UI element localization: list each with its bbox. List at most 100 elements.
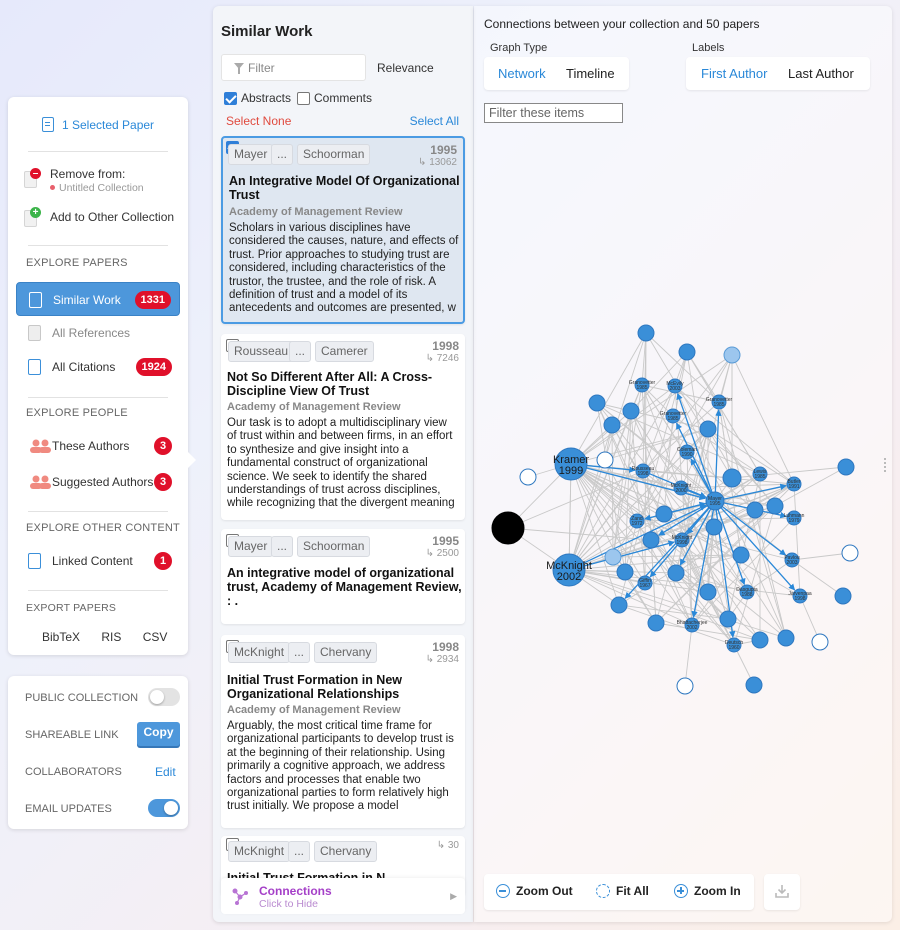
paper-node[interactable] [519,468,537,486]
comments-checkbox[interactable] [297,92,310,105]
paper-node[interactable] [751,631,769,649]
paper-node[interactable] [834,587,852,605]
resize-handle[interactable] [884,458,886,472]
node-label: Granovetter 1985 [706,397,733,408]
paper-title[interactable]: Not So Different After All: A Cross-Disc… [227,370,463,398]
paper-node[interactable] [841,544,859,562]
paper-title[interactable]: Initial Trust Formation in New Organizat… [227,673,463,701]
node-label: Jarvenpaa 1998 [788,591,812,602]
paper-title[interactable]: An integrative model of organizational t… [227,566,463,608]
author-chip[interactable]: Schoorman [297,536,371,557]
nav-similar-work[interactable]: Similar Work 1331 [16,282,180,316]
export-bibtex-button[interactable]: BibTeX [42,630,80,644]
fit-all-button[interactable]: Fit All [596,884,649,898]
paper-node[interactable] [588,394,606,412]
paper-node[interactable] [642,531,660,549]
nav-linked-content[interactable]: Linked Content 1 [16,544,180,578]
paper-node[interactable] [678,343,696,361]
paper-node[interactable] [837,458,855,476]
author-more-chip[interactable]: ... [288,642,311,663]
linked-content-icon [28,553,41,569]
author-chip[interactable]: Chervany [314,841,378,862]
paper-node[interactable] [746,501,764,519]
paper-title[interactable]: An Integrative Model Of Organizational T… [229,174,463,202]
nav-label: All References [52,326,131,340]
email-updates-toggle[interactable] [148,799,180,817]
paper-journal: Academy of Management Review [229,206,403,218]
author-chip[interactable]: Mayer [228,536,274,557]
filter-input[interactable]: Filter [221,54,366,81]
paper-node[interactable] [705,518,723,536]
copy-link-button[interactable]: Copy [137,722,180,746]
export-csv-button[interactable]: CSV [143,630,168,644]
select-all-link[interactable]: Select All [410,114,459,128]
paper-node[interactable] [811,633,829,651]
nav-these-authors[interactable]: These Authors 3 [16,429,180,463]
paper-node[interactable] [722,468,742,488]
graph-edge [791,552,851,561]
paper-card[interactable]: Mayer ... Schoorman 1995 ↳ 2500 An integ… [221,529,465,624]
sort-dropdown[interactable]: Relevance [377,61,434,75]
paper-node[interactable] [491,511,525,545]
zoom-controls: Zoom Out Fit All Zoom In [484,874,754,910]
download-button[interactable] [764,874,800,910]
author-chip[interactable]: McKnight [228,642,291,663]
remove-from-collection-button[interactable]: – Remove from: Untitled Collection [22,167,182,197]
paper-node[interactable] [723,346,741,364]
paper-node[interactable] [637,324,655,342]
paper-node[interactable] [745,676,763,694]
selected-paper-label: 1 Selected Paper [61,118,155,132]
public-collection-toggle[interactable] [148,688,180,706]
paper-node[interactable] [616,563,634,581]
public-collection-label: PUBLIC COLLECTION [25,692,139,704]
paper-journal: Academy of Management Review [227,401,401,413]
paper-card[interactable]: McKnight ... Chervany 1998 ↳ 2934 Initia… [221,635,465,828]
author-chip[interactable]: Mayer [228,144,274,165]
paper-card[interactable]: Rousseau ... Camerer 1998 ↳ 7246 Not So … [221,334,465,520]
network-graph[interactable]: Granovetter 1985McEvily 2003Granovetter 198… [474,6,892,866]
paper-node[interactable] [732,546,750,564]
paper-node[interactable] [647,614,665,632]
select-none-link[interactable]: Select None [226,114,291,128]
author-chip[interactable]: McKnight [228,841,291,862]
author-more-chip[interactable]: ... [271,144,294,165]
abstracts-checkbox[interactable] [224,92,237,105]
paper-node[interactable] [604,548,622,566]
paper-node[interactable] [596,451,614,469]
author-chip[interactable]: Camerer [315,341,374,362]
author-chip[interactable]: Schoorman [297,144,371,165]
paper-node[interactable] [603,416,621,434]
author-more-chip[interactable]: ... [289,341,312,362]
nav-all-citations[interactable]: All Citations 1924 [16,350,180,384]
paper-node[interactable] [766,497,784,515]
edit-collaborators-link[interactable]: Edit [155,765,176,779]
paper-year: 1995 [432,534,459,548]
node-label: Rousseau 1998 [632,466,655,477]
paper-node[interactable] [719,610,737,628]
connections-toggle[interactable]: Connections Click to Hide ▶ [221,878,465,914]
connections-subtitle: Click to Hide [259,898,318,910]
nav-all-references[interactable]: All References [16,316,180,350]
paper-node[interactable] [622,402,640,420]
export-ris-button[interactable]: RIS [101,630,121,644]
paper-node[interactable] [667,564,685,582]
paper-node[interactable] [699,583,717,601]
nav-suggested-authors[interactable]: Suggested Authors 3 [16,465,180,499]
zoom-in-button[interactable]: Zoom In [674,884,741,898]
author-chip[interactable]: Chervany [314,642,378,663]
chevron-right-icon: ▶ [450,891,457,901]
people-icon [30,475,51,489]
paper-node[interactable] [699,420,717,438]
paper-node[interactable] [655,505,673,523]
paper-node[interactable] [676,677,694,695]
author-more-chip[interactable]: ... [271,536,294,557]
paper-node[interactable] [610,596,628,614]
selected-paper-link[interactable]: 1 Selected Paper [8,117,188,132]
nav-label: These Authors [52,439,130,453]
author-chip[interactable]: Rousseau [228,341,295,362]
paper-node[interactable] [777,629,795,647]
paper-card[interactable]: Mayer ... Schoorman 1995 ↳ 13062 An Inte… [221,136,465,324]
zoom-out-button[interactable]: Zoom Out [496,884,573,898]
author-more-chip[interactable]: ... [288,841,311,862]
add-to-other-collection-button[interactable]: + Add to Other Collection [22,207,182,229]
